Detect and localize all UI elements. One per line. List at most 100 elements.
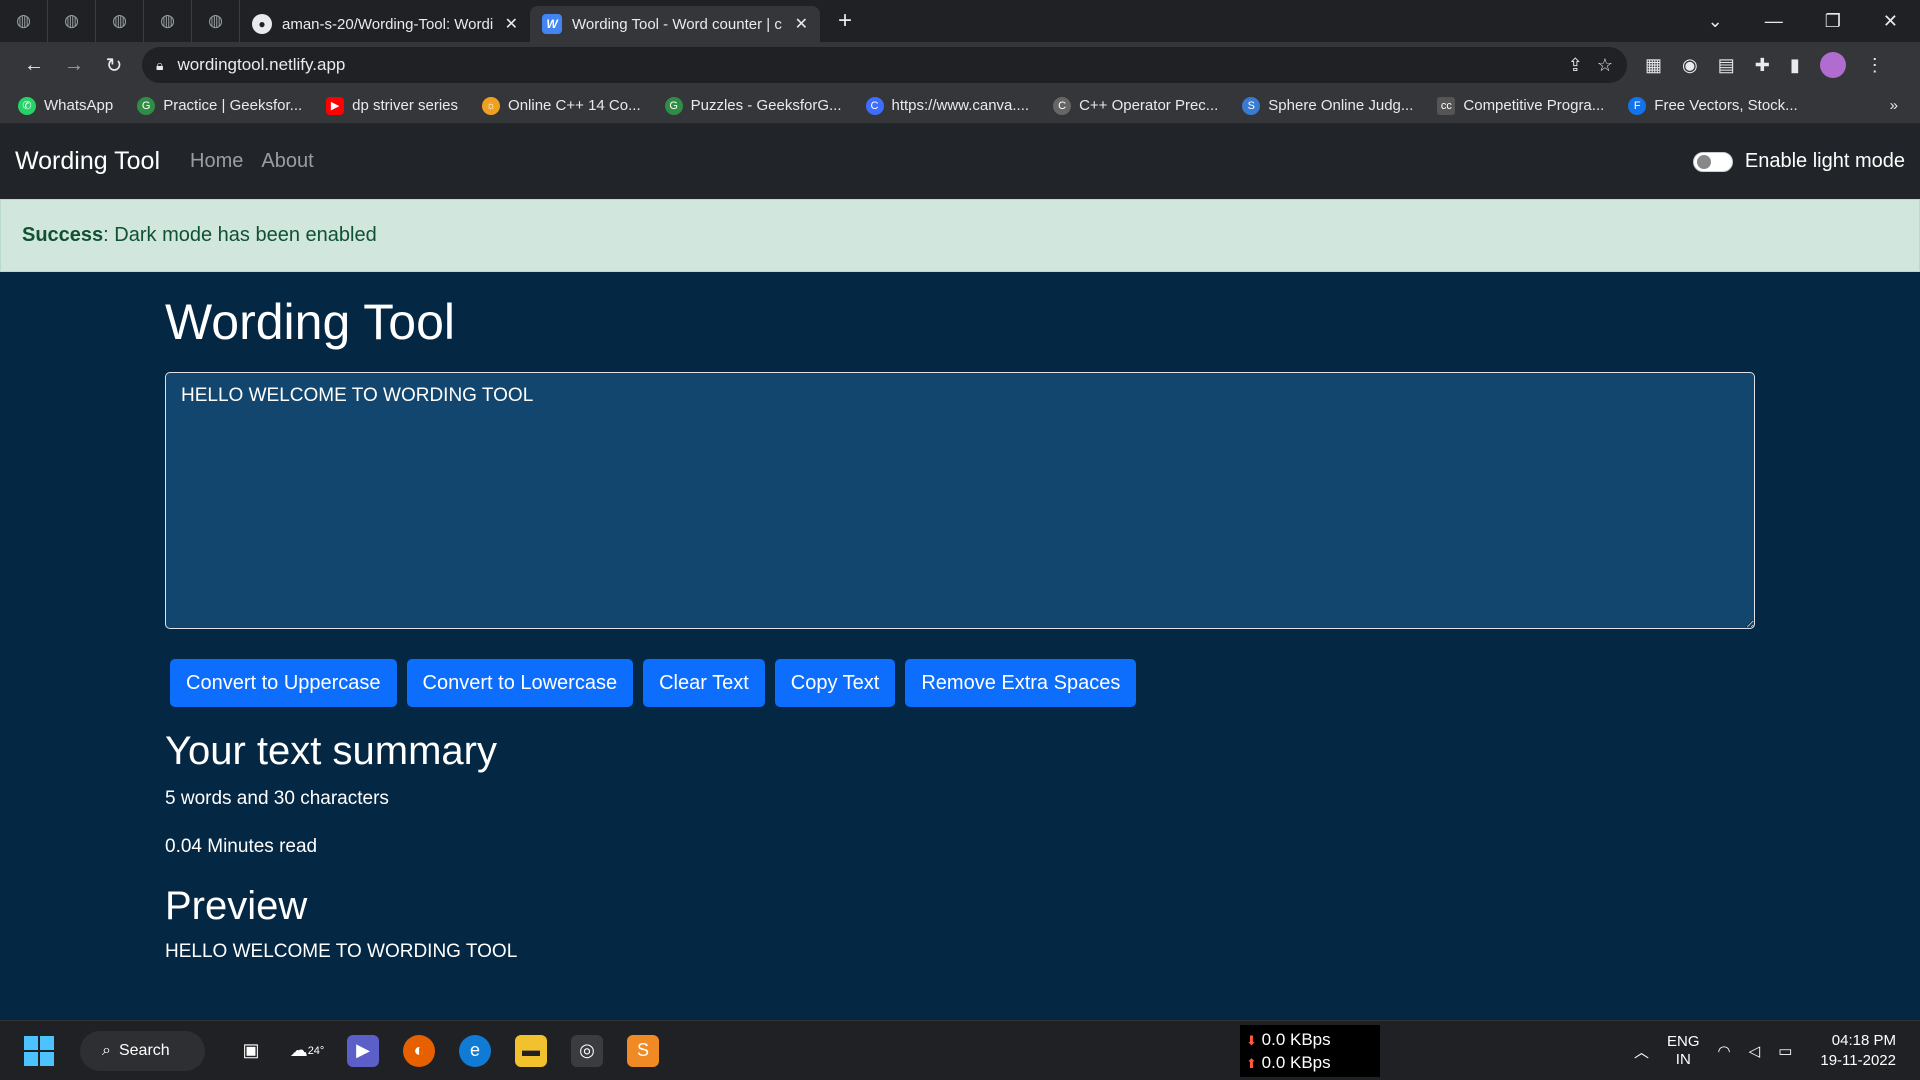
download-speed: 0.0 KBps (1261, 1030, 1331, 1049)
restore-icon[interactable]: ❐ (1825, 11, 1841, 32)
taskbar-search[interactable]: ⌕ Search (80, 1030, 205, 1071)
close-window-icon[interactable]: ✕ (1883, 11, 1898, 32)
pinned-tab-globe-icon[interactable]: ◍ (0, 0, 48, 42)
task-view-icon[interactable]: ▣ (235, 1035, 267, 1067)
whatsapp-icon: ✆ (18, 96, 36, 115)
page-title: Wording Tool (165, 294, 455, 350)
bookmark-freepik[interactable]: F Free Vectors, Stock... (1628, 96, 1798, 115)
gfg-icon: G (664, 96, 683, 115)
side-panel-icon[interactable]: ▮ (1790, 55, 1800, 76)
battery-icon[interactable]: ▭ (1778, 1042, 1792, 1060)
cpp-icon: C (1053, 96, 1072, 115)
lang-bottom: IN (1675, 1051, 1691, 1068)
profile-avatar[interactable] (1819, 52, 1846, 78)
read-time: 0.04 Minutes read (165, 836, 318, 857)
close-tab-icon[interactable]: ✕ (795, 14, 808, 34)
minimize-icon[interactable]: — (1765, 11, 1783, 32)
clock[interactable]: 04:18 PM 19-11-2022 (1820, 1031, 1896, 1071)
bookmarks-bar: ✆ WhatsApp G Practice | Geeksfor... ▶ dp st… (0, 88, 1920, 124)
wifi-icon[interactable]: ◠ (1718, 1042, 1731, 1060)
extension-icon[interactable]: ▤ (1718, 55, 1735, 76)
pinned-tab-globe-icon[interactable]: ◍ (48, 0, 96, 42)
cc-icon: cc (1437, 96, 1456, 115)
copy-text-button[interactable]: Copy Text (774, 659, 896, 707)
chrome-icon[interactable]: ◎ (571, 1034, 603, 1067)
clear-text-button[interactable]: Clear Text (643, 659, 765, 707)
bookmark-spoj[interactable]: S Sphere Online Judg... (1242, 96, 1414, 115)
w-icon: W (542, 14, 562, 34)
remove-extra-spaces-button[interactable]: Remove Extra Spaces (905, 659, 1137, 707)
new-tab-button[interactable]: + (838, 7, 852, 35)
text-input-area[interactable]: HELLO WELCOME TO WORDING TOOL (165, 372, 1755, 629)
windows-taskbar: ⌕ Search ▣ ☁ 24° ▶ ◐ e ▬ ◎ S ⬇ 0.0 KBps ⬆… (0, 1020, 1920, 1080)
light-mode-toggle-group: Enable light mode (1692, 150, 1905, 173)
light-mode-label: Enable light mode (1744, 150, 1905, 172)
more-bookmarks-icon[interactable]: » (1890, 97, 1898, 114)
sublime-text-icon[interactable]: S (627, 1034, 659, 1067)
menu-icon[interactable]: ⋮ (1866, 55, 1884, 76)
pinned-tab-globe-icon[interactable]: ◍ (96, 0, 144, 42)
freepik-icon: F (1628, 96, 1647, 115)
forward-icon[interactable]: → (54, 54, 94, 77)
chevron-up-icon[interactable]: ︿ (1634, 1041, 1649, 1062)
tab-wording-tool[interactable]: W Wording Tool - Word counter | c ✕ (530, 6, 820, 42)
bookmark-gfg-practice[interactable]: G Practice | Geeksfor... (137, 96, 302, 115)
tab-github[interactable]: ● aman-s-20/Wording-Tool: Wordi ✕ (240, 6, 530, 42)
browser-toolbar: ← → ↻ 🔒︎ wordingtool.netlify.app ⇪ ☆ ▦ ◉… (0, 42, 1920, 88)
bookmark-star-icon[interactable]: ☆ (1597, 55, 1613, 76)
bookmark-online-cpp[interactable]: ☼ Online C++ 14 Co... (482, 96, 641, 115)
extension-icon[interactable]: ▦ (1645, 55, 1662, 76)
bookmark-dp-striver[interactable]: ▶ dp striver series (326, 96, 458, 115)
alert-strong: Success (22, 224, 104, 246)
language-indicator[interactable]: ENG IN (1667, 1033, 1700, 1069)
bookmark-whatsapp[interactable]: ✆ WhatsApp (18, 96, 114, 115)
volume-icon[interactable]: ◁ (1749, 1042, 1761, 1060)
windows-start-icon[interactable] (24, 1035, 54, 1066)
bookmark-competitive-programming[interactable]: cc Competitive Progra... (1437, 96, 1604, 115)
weather-temp: 24° (307, 1044, 325, 1057)
close-tab-icon[interactable]: ✕ (505, 14, 518, 34)
window-controls: ⌄ — ❐ ✕ (1708, 0, 1920, 42)
bookmark-label: WhatsApp (44, 97, 114, 114)
file-explorer-icon[interactable]: ▬ (515, 1034, 547, 1067)
lang-top: ENG (1667, 1033, 1700, 1050)
youtube-icon: ▶ (326, 96, 345, 115)
tab-search-icon[interactable]: ⌄ (1708, 11, 1723, 32)
teams-icon[interactable]: ▶ (347, 1034, 379, 1067)
clock-date: 19-11-2022 (1820, 1052, 1896, 1069)
tab-title: Wording Tool - Word counter | c (572, 15, 782, 33)
bookmark-label: Free Vectors, Stock... (1654, 97, 1798, 114)
pinned-tab-globe-icon[interactable]: ◍ (192, 0, 240, 42)
lock-icon[interactable]: 🔒︎ (156, 57, 163, 74)
edge-icon[interactable]: e (459, 1034, 491, 1067)
nav-link-home[interactable]: Home (190, 150, 243, 173)
address-bar[interactable]: 🔒︎ wordingtool.netlify.app ⇪ ☆ (142, 47, 1627, 83)
taskbar-apps: ▣ ☁ 24° ▶ ◐ e ▬ ◎ S (235, 1034, 659, 1067)
bookmark-cpp-operator[interactable]: C C++ Operator Prec... (1053, 96, 1218, 115)
back-icon[interactable]: ← (14, 54, 54, 77)
bookmark-label: Puzzles - GeeksforG... (690, 97, 842, 114)
convert-lowercase-button[interactable]: Convert to Lowercase (406, 659, 634, 707)
reload-icon[interactable]: ↻ (94, 53, 134, 78)
bookmark-gfg-puzzles[interactable]: G Puzzles - GeeksforG... (664, 96, 842, 115)
share-icon[interactable]: ⇪ (1568, 55, 1583, 76)
preview-text: HELLO WELCOME TO WORDING TOOL (165, 941, 518, 962)
weather-widget[interactable]: ☁ 24° (290, 1035, 325, 1067)
word-char-count: 5 words and 30 characters (165, 788, 389, 809)
convert-uppercase-button[interactable]: Convert to Uppercase (170, 659, 397, 707)
gfg-icon: G (137, 96, 156, 115)
pinned-tab-globe-icon[interactable]: ◍ (144, 0, 192, 42)
tab-title: aman-s-20/Wording-Tool: Wordi (282, 15, 494, 33)
bookmark-label: Sphere Online Judg... (1268, 97, 1414, 114)
puzzle-icon[interactable]: ✚ (1755, 55, 1770, 76)
spoj-icon: S (1242, 96, 1261, 115)
search-icon: ⌕ (102, 1041, 111, 1059)
light-mode-switch[interactable] (1692, 151, 1733, 172)
url-text[interactable]: wordingtool.netlify.app (177, 55, 345, 75)
bookmark-canva[interactable]: Chttps://www.canva.... (865, 96, 1029, 115)
navbar-brand[interactable]: Wording Tool (15, 147, 160, 176)
extension-icon[interactable]: ◉ (1682, 55, 1698, 76)
firefox-icon[interactable]: ◐ (403, 1034, 435, 1067)
main-container: Wording Tool HELLO WELCOME TO WORDING TO… (165, 272, 1755, 963)
nav-link-about[interactable]: About (261, 150, 313, 173)
